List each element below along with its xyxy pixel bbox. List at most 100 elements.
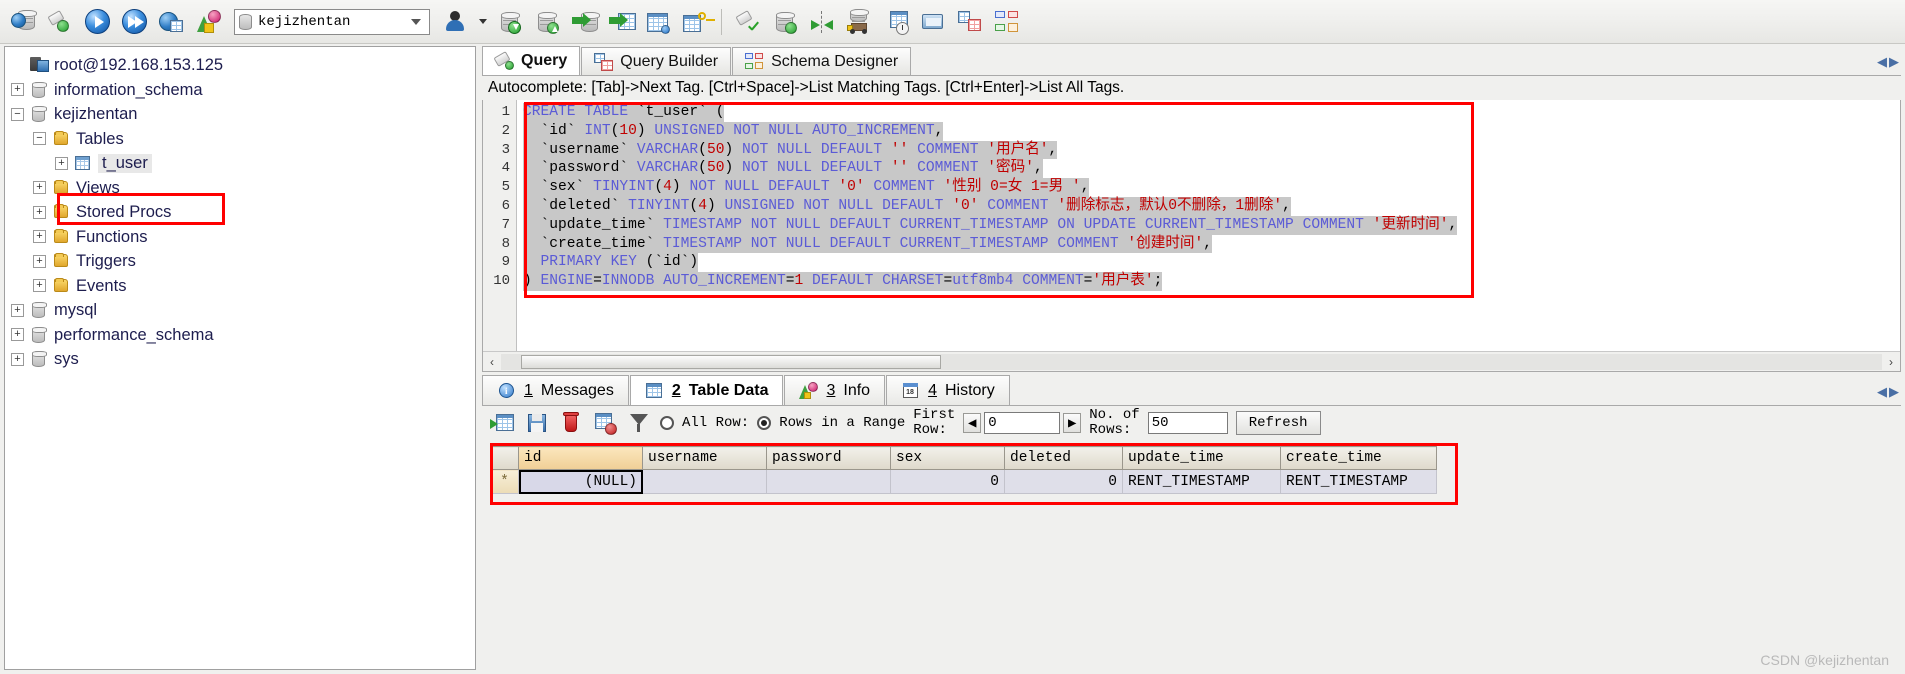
scheduler-icon[interactable] bbox=[879, 5, 913, 39]
rows-in-range-radio[interactable] bbox=[757, 416, 772, 430]
tree-node-events[interactable]: + Events bbox=[11, 274, 475, 299]
data-transfer-icon[interactable] bbox=[842, 5, 876, 39]
tab-query[interactable]: Query bbox=[482, 46, 581, 75]
tab-schema-designer[interactable]: Schema Designer bbox=[732, 47, 912, 75]
user-dropdown-caret[interactable] bbox=[476, 5, 490, 39]
data-grid[interactable]: id username password sex deleted update_… bbox=[490, 446, 1437, 494]
cell-password[interactable] bbox=[766, 469, 891, 494]
stepper-left-icon[interactable]: ◀ bbox=[963, 413, 982, 433]
expander-icon[interactable]: + bbox=[55, 156, 68, 170]
expander-icon[interactable]: − bbox=[11, 107, 24, 121]
add-row-icon[interactable] bbox=[490, 410, 516, 436]
refresh-objects-icon[interactable] bbox=[191, 5, 225, 39]
export-data-icon[interactable] bbox=[604, 5, 638, 39]
tree-node-functions[interactable]: + Functions bbox=[11, 225, 475, 250]
delete-row-icon[interactable] bbox=[558, 410, 584, 436]
backup-database-icon[interactable] bbox=[493, 5, 527, 39]
schema-designer-toolbar-icon[interactable] bbox=[990, 5, 1024, 39]
table-row[interactable]: * (NULL) 0 0 RENT_TIMESTAMP RENT_TIMESTA… bbox=[490, 469, 1437, 494]
nav-left-icon[interactable]: ◀ bbox=[1877, 384, 1887, 400]
column-header-sex[interactable]: sex bbox=[890, 446, 1005, 470]
tree-node-kejizhentan[interactable]: − kejizhentan bbox=[11, 102, 475, 127]
column-header-update-time[interactable]: update_time bbox=[1122, 446, 1281, 470]
expander-icon[interactable]: − bbox=[33, 132, 46, 146]
execute-all-icon[interactable] bbox=[117, 5, 151, 39]
cell-deleted[interactable]: 0 bbox=[1004, 469, 1123, 494]
tree-node-tables[interactable]: − Tables bbox=[11, 127, 475, 152]
object-explorer-panel[interactable]: root@192.168.153.125 + information_schem… bbox=[4, 46, 476, 670]
column-header-username[interactable]: username bbox=[642, 446, 767, 470]
hscroll-thumb[interactable] bbox=[521, 354, 941, 369]
nav-left-icon[interactable]: ◀ bbox=[1877, 54, 1887, 70]
sql-editor[interactable]: 1 2 3 4 5 6 7 8 9 10 CREATE TABLE `t_use… bbox=[482, 100, 1901, 372]
privileges-manager-icon[interactable] bbox=[678, 5, 715, 39]
all-rows-radio[interactable] bbox=[660, 416, 674, 430]
refresh-button[interactable]: Refresh bbox=[1235, 411, 1321, 435]
tab-info[interactable]: 3 Info bbox=[784, 375, 886, 405]
column-header-create-time[interactable]: create_time bbox=[1280, 446, 1437, 470]
cancel-edit-icon[interactable] bbox=[592, 410, 618, 436]
vertical-splitter[interactable] bbox=[476, 46, 481, 670]
column-header-password[interactable]: password bbox=[766, 446, 891, 470]
restore-database-icon[interactable] bbox=[530, 5, 564, 39]
filter-icon[interactable] bbox=[626, 410, 652, 436]
nav-right-icon[interactable]: ▶ bbox=[1889, 54, 1899, 70]
sql-code-content[interactable]: CREATE TABLE `t_user` ( `id` INT(10) UNS… bbox=[523, 103, 1900, 293]
nav-right-icon[interactable]: ▶ bbox=[1889, 384, 1899, 400]
connection-manager-icon[interactable] bbox=[6, 5, 40, 39]
tree-node-sys[interactable]: + sys bbox=[11, 347, 475, 372]
column-header-marker[interactable] bbox=[490, 446, 519, 470]
database-select[interactable]: kejizhentan bbox=[234, 8, 430, 35]
tab-messages[interactable]: i 1 Messages bbox=[482, 375, 629, 405]
expander-icon[interactable]: + bbox=[33, 230, 46, 244]
expander-icon[interactable]: + bbox=[11, 83, 24, 97]
column-header-deleted[interactable]: deleted bbox=[1004, 446, 1123, 470]
sync-database-icon[interactable] bbox=[768, 5, 802, 39]
scroll-left-icon[interactable]: ‹ bbox=[483, 353, 501, 371]
save-row-icon[interactable] bbox=[524, 410, 550, 436]
tree-node-information-schema[interactable]: + information_schema bbox=[11, 78, 475, 103]
expander-icon[interactable]: + bbox=[33, 205, 46, 219]
tree-node-performance-schema[interactable]: + performance_schema bbox=[11, 323, 475, 348]
table-data-icon[interactable] bbox=[641, 5, 675, 39]
tab-table-data[interactable]: 2 Table Data bbox=[629, 375, 784, 405]
tab-query-builder[interactable]: Query Builder bbox=[581, 47, 732, 75]
no-of-rows-input[interactable] bbox=[1147, 412, 1228, 434]
first-row-input[interactable] bbox=[984, 412, 1061, 434]
editor-pane-nav[interactable]: ◀ ▶ bbox=[1877, 54, 1899, 70]
cell-sex[interactable]: 0 bbox=[890, 469, 1005, 494]
expander-icon[interactable]: + bbox=[11, 328, 24, 342]
column-header-id[interactable]: id bbox=[518, 446, 643, 470]
expander-icon[interactable]: + bbox=[33, 254, 46, 268]
server-monitor-icon[interactable] bbox=[916, 5, 950, 39]
query-builder-toolbar-icon[interactable] bbox=[953, 5, 987, 39]
execute-script-icon[interactable] bbox=[154, 5, 188, 39]
editor-hscrollbar[interactable]: ‹ › bbox=[483, 351, 1900, 371]
hscroll-track[interactable] bbox=[501, 353, 1882, 370]
cell-create-time[interactable]: RENT_TIMESTAMP bbox=[1280, 469, 1437, 494]
tree-node-root[interactable]: root@192.168.153.125 bbox=[11, 53, 475, 78]
tree-node-mysql[interactable]: + mysql bbox=[11, 298, 475, 323]
results-pane-nav[interactable]: ◀ ▶ bbox=[1877, 384, 1899, 400]
new-query-icon[interactable] bbox=[43, 5, 77, 39]
expander-icon[interactable]: + bbox=[11, 303, 24, 317]
cell-username[interactable] bbox=[642, 469, 767, 494]
expander-icon[interactable]: + bbox=[33, 181, 46, 195]
tree-node-t-user[interactable]: + t_user bbox=[11, 151, 475, 176]
cell-update-time[interactable]: RENT_TIMESTAMP bbox=[1122, 469, 1281, 494]
tree-node-stored-procs[interactable]: + Stored Procs bbox=[11, 200, 475, 225]
cell-id[interactable]: (NULL) bbox=[518, 469, 643, 494]
validate-query-icon[interactable] bbox=[731, 5, 765, 39]
stepper-right-icon[interactable]: ▶ bbox=[1063, 413, 1082, 433]
scroll-right-icon[interactable]: › bbox=[1882, 353, 1900, 371]
expander-icon[interactable]: + bbox=[11, 352, 24, 366]
expander-icon[interactable]: + bbox=[33, 279, 46, 293]
tab-history[interactable]: 18 4 History bbox=[886, 375, 1010, 405]
import-data-icon[interactable] bbox=[567, 5, 601, 39]
tree-node-triggers[interactable]: + Triggers bbox=[11, 249, 475, 274]
first-row-stepper[interactable]: ◀ ▶ bbox=[963, 412, 1082, 434]
compare-schema-icon[interactable] bbox=[805, 5, 839, 39]
tree-node-views[interactable]: + Views bbox=[11, 176, 475, 201]
execute-icon[interactable] bbox=[80, 5, 114, 39]
user-manager-icon[interactable] bbox=[439, 5, 473, 39]
